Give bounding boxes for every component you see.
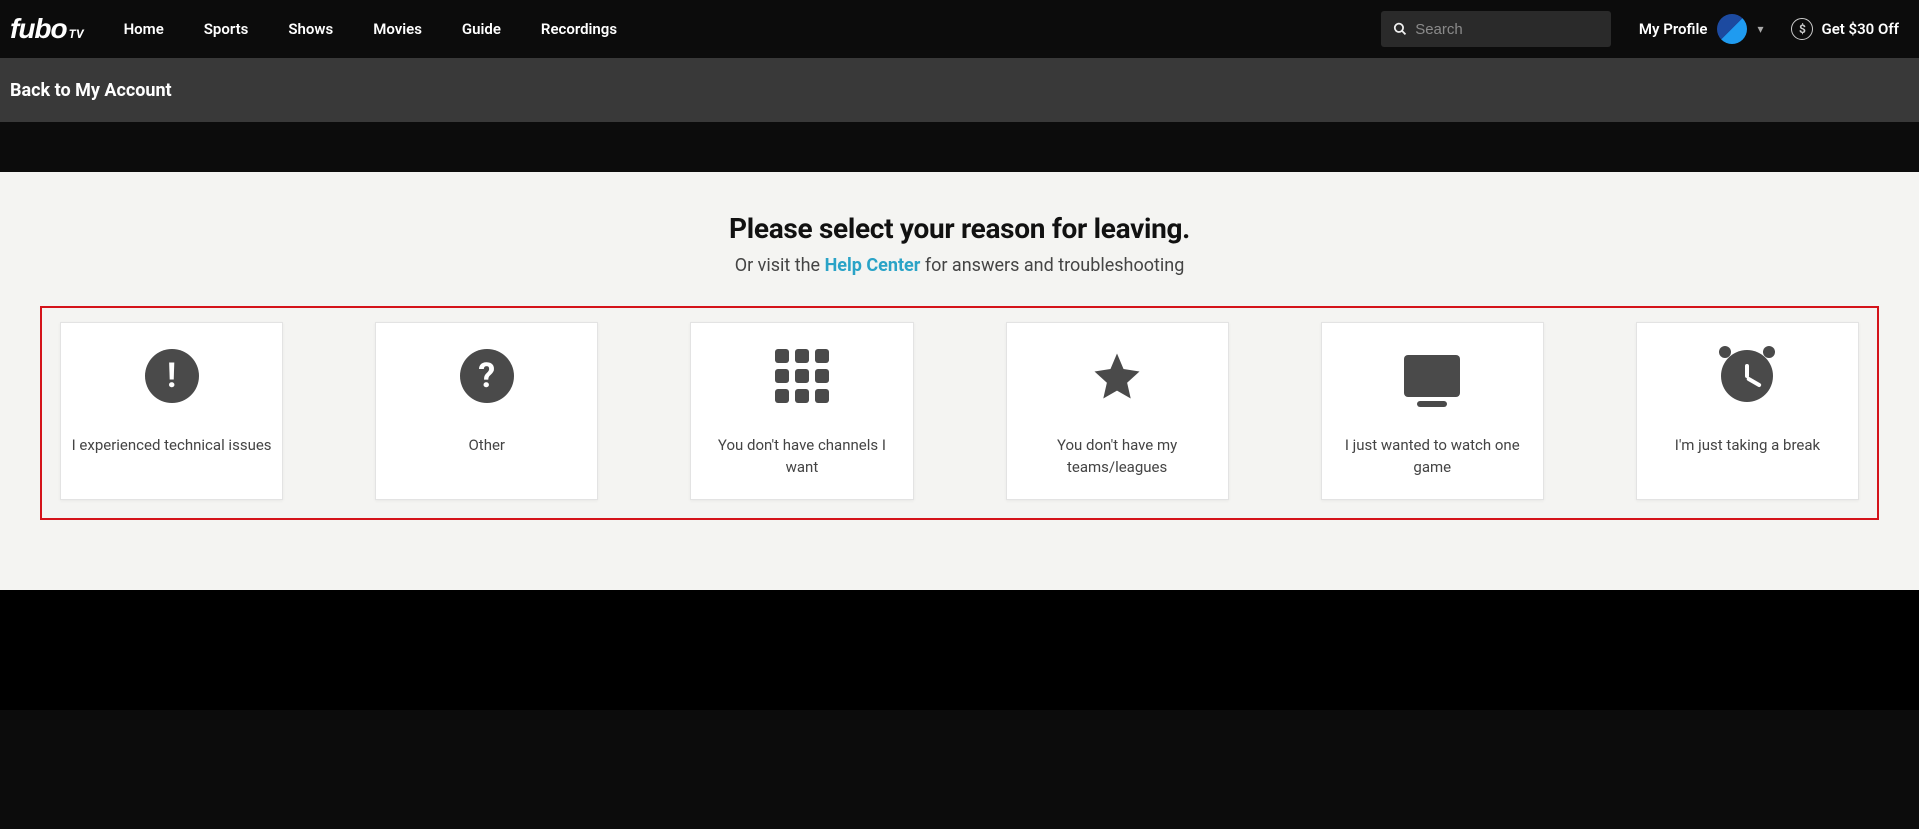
card-technical-issues[interactable]: ! I experienced technical issues [60, 322, 283, 500]
page-subtitle: Or visit the Help Center for answers and… [0, 255, 1919, 276]
card-label: You don't have channels I want [701, 435, 902, 479]
spacer [0, 122, 1919, 172]
card-other[interactable]: ? Other [375, 322, 598, 500]
reason-cards-highlight: ! I experienced technical issues ? Other… [40, 306, 1879, 520]
card-taking-break[interactable]: I'm just taking a break [1636, 322, 1859, 500]
nav-recordings[interactable]: Recordings [541, 20, 617, 38]
subheader: Back to My Account [0, 58, 1919, 122]
dollar-icon: $ [1791, 18, 1813, 40]
profile-menu[interactable]: My Profile ▾ [1639, 14, 1764, 44]
nav-sports[interactable]: Sports [204, 20, 249, 38]
card-label: Other [468, 435, 505, 457]
logo-main: fubo [10, 13, 67, 45]
nav-shows[interactable]: Shows [288, 20, 333, 38]
exclamation-icon: ! [145, 347, 199, 405]
content-area: Please select your reason for leaving. O… [0, 172, 1919, 590]
search-icon [1393, 21, 1407, 37]
monitor-icon [1404, 347, 1460, 405]
search-input[interactable] [1415, 21, 1599, 38]
footer-area [0, 590, 1919, 710]
logo-suffix: TV [69, 27, 84, 41]
card-label: I just wanted to watch one game [1332, 435, 1533, 479]
card-label: You don't have my teams/leagues [1017, 435, 1218, 479]
nav-movies[interactable]: Movies [373, 20, 422, 38]
grid-icon [775, 347, 829, 405]
help-center-link[interactable]: Help Center [825, 255, 921, 276]
alarm-clock-icon [1721, 347, 1773, 405]
nav-home[interactable]: Home [124, 20, 164, 38]
card-missing-teams[interactable]: You don't have my teams/leagues [1006, 322, 1229, 500]
logo[interactable]: fubo TV [10, 13, 84, 45]
heading-block: Please select your reason for leaving. O… [0, 212, 1919, 276]
card-label: I experienced technical issues [72, 435, 272, 457]
page-title: Please select your reason for leaving. [0, 212, 1919, 245]
search-box[interactable] [1381, 11, 1611, 47]
offer-link[interactable]: $ Get $30 Off [1791, 18, 1899, 40]
top-header: fubo TV Home Sports Shows Movies Guide R… [0, 0, 1919, 58]
back-to-account-link[interactable]: Back to My Account [10, 80, 172, 101]
nav-guide[interactable]: Guide [462, 20, 501, 38]
subtitle-prefix: Or visit the [735, 255, 825, 276]
avatar [1717, 14, 1747, 44]
card-missing-channels[interactable]: You don't have channels I want [690, 322, 913, 500]
star-icon [1090, 347, 1144, 405]
card-one-game[interactable]: I just wanted to watch one game [1321, 322, 1544, 500]
reason-cards: ! I experienced technical issues ? Other… [60, 322, 1859, 500]
header-right: My Profile ▾ $ Get $30 Off [1381, 11, 1899, 47]
question-icon: ? [460, 347, 514, 405]
offer-label: Get $30 Off [1821, 20, 1899, 38]
chevron-down-icon: ▾ [1757, 22, 1763, 36]
subtitle-suffix: for answers and troubleshooting [920, 255, 1184, 276]
primary-nav: Home Sports Shows Movies Guide Recording… [124, 20, 1381, 38]
profile-label: My Profile [1639, 20, 1708, 38]
card-label: I'm just taking a break [1675, 435, 1820, 457]
